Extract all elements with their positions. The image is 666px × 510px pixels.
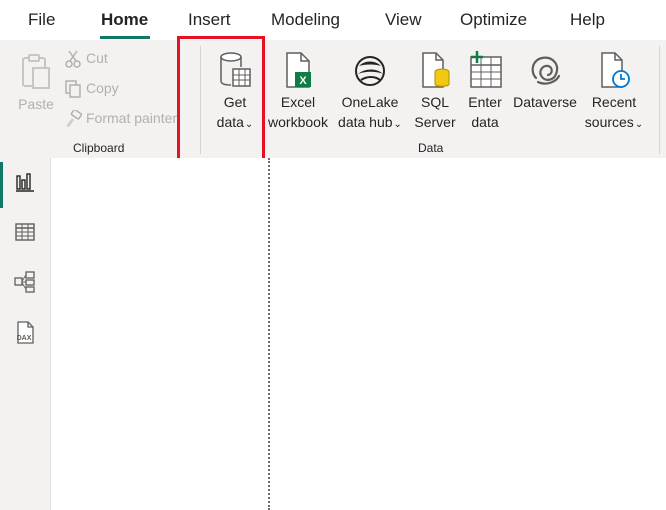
menu-help[interactable]: Help [570, 10, 605, 30]
dax-query-view-icon: DAX [17, 321, 34, 344]
excel-label-line2: workbook [268, 114, 328, 130]
clipboard-group-label: Clipboard [73, 141, 125, 155]
onelake-data-hub-button[interactable]: OneLake data hub⌄ [333, 50, 407, 135]
menu-modeling[interactable]: Modeling [271, 10, 340, 30]
dataverse-icon [531, 56, 561, 85]
menu-file[interactable]: File [28, 10, 55, 30]
table-view-button[interactable] [0, 210, 50, 254]
svg-text:X: X [299, 75, 307, 87]
dax-text: DAX [17, 335, 32, 342]
dataverse-button[interactable]: Dataverse [510, 50, 580, 112]
active-tab-indicator [100, 36, 150, 39]
copy-icon [65, 80, 81, 99]
active-view-indicator [0, 162, 3, 208]
copy-label: Copy [86, 80, 119, 96]
onelake-label-line1: OneLake [341, 94, 399, 110]
page-boundary-guide [268, 158, 270, 510]
menu-view[interactable]: View [385, 10, 422, 30]
onelake-icon [355, 56, 385, 86]
enter-data-label-line1: Enter [468, 94, 502, 110]
scissors-icon [65, 50, 81, 69]
model-view-button[interactable] [0, 260, 50, 304]
paste-button[interactable]: Paste [14, 52, 58, 114]
menu-insert[interactable]: Insert [188, 10, 231, 30]
sql-label-line2: Server [414, 114, 456, 130]
excel-workbook-button[interactable]: X Excel workbook [266, 50, 330, 132]
data-group-label: Data [418, 141, 444, 155]
recent-sources-button[interactable]: Recent sources⌄ [580, 50, 648, 135]
onelake-label-line2: data hub [338, 114, 393, 130]
dax-query-view-button[interactable]: DAX [0, 310, 50, 354]
recent-label-line2: sources [584, 114, 634, 130]
format-painter-label: Format painter [86, 110, 178, 126]
chevron-down-icon: ⌄ [393, 119, 402, 130]
report-canvas[interactable] [51, 158, 666, 510]
paste-icon [22, 54, 50, 89]
chevron-down-icon: ⌄ [634, 119, 644, 130]
sql-server-icon [422, 52, 450, 88]
excel-icon: X [286, 52, 311, 88]
menu-optimize[interactable]: Optimize [460, 10, 527, 30]
sql-label-line1: SQL [420, 94, 449, 110]
ribbon: Paste Cut Copy Format painter Clipboard [0, 40, 666, 159]
copy-button[interactable]: Copy [64, 80, 119, 99]
sql-server-button[interactable]: SQL Server [411, 50, 459, 132]
excel-label-line1: Excel [280, 94, 316, 110]
get-data-highlight [177, 36, 265, 162]
recent-clock-icon [601, 52, 630, 88]
menu-home[interactable]: Home [101, 10, 148, 30]
enter-data-label-line2: data [471, 114, 499, 130]
cut-button[interactable]: Cut [64, 50, 108, 69]
paintbrush-icon [66, 109, 83, 128]
recent-label-line1: Recent [591, 94, 637, 110]
format-painter-button[interactable]: Format painter [64, 109, 178, 128]
paste-label: Paste [18, 96, 54, 112]
left-nav: DAX [0, 158, 51, 510]
model-view-icon [14, 271, 35, 293]
table-plus-icon [470, 51, 502, 88]
cut-label: Cut [86, 50, 108, 66]
menu-bar: File Home Insert Modeling View Optimize … [0, 0, 666, 40]
dataverse-label: Dataverse [513, 94, 577, 110]
enter-data-button[interactable]: Enter data [463, 50, 507, 132]
table-view-icon [15, 223, 35, 241]
group-divider [659, 46, 660, 154]
report-view-icon [16, 173, 34, 192]
report-view-button[interactable] [0, 160, 50, 208]
